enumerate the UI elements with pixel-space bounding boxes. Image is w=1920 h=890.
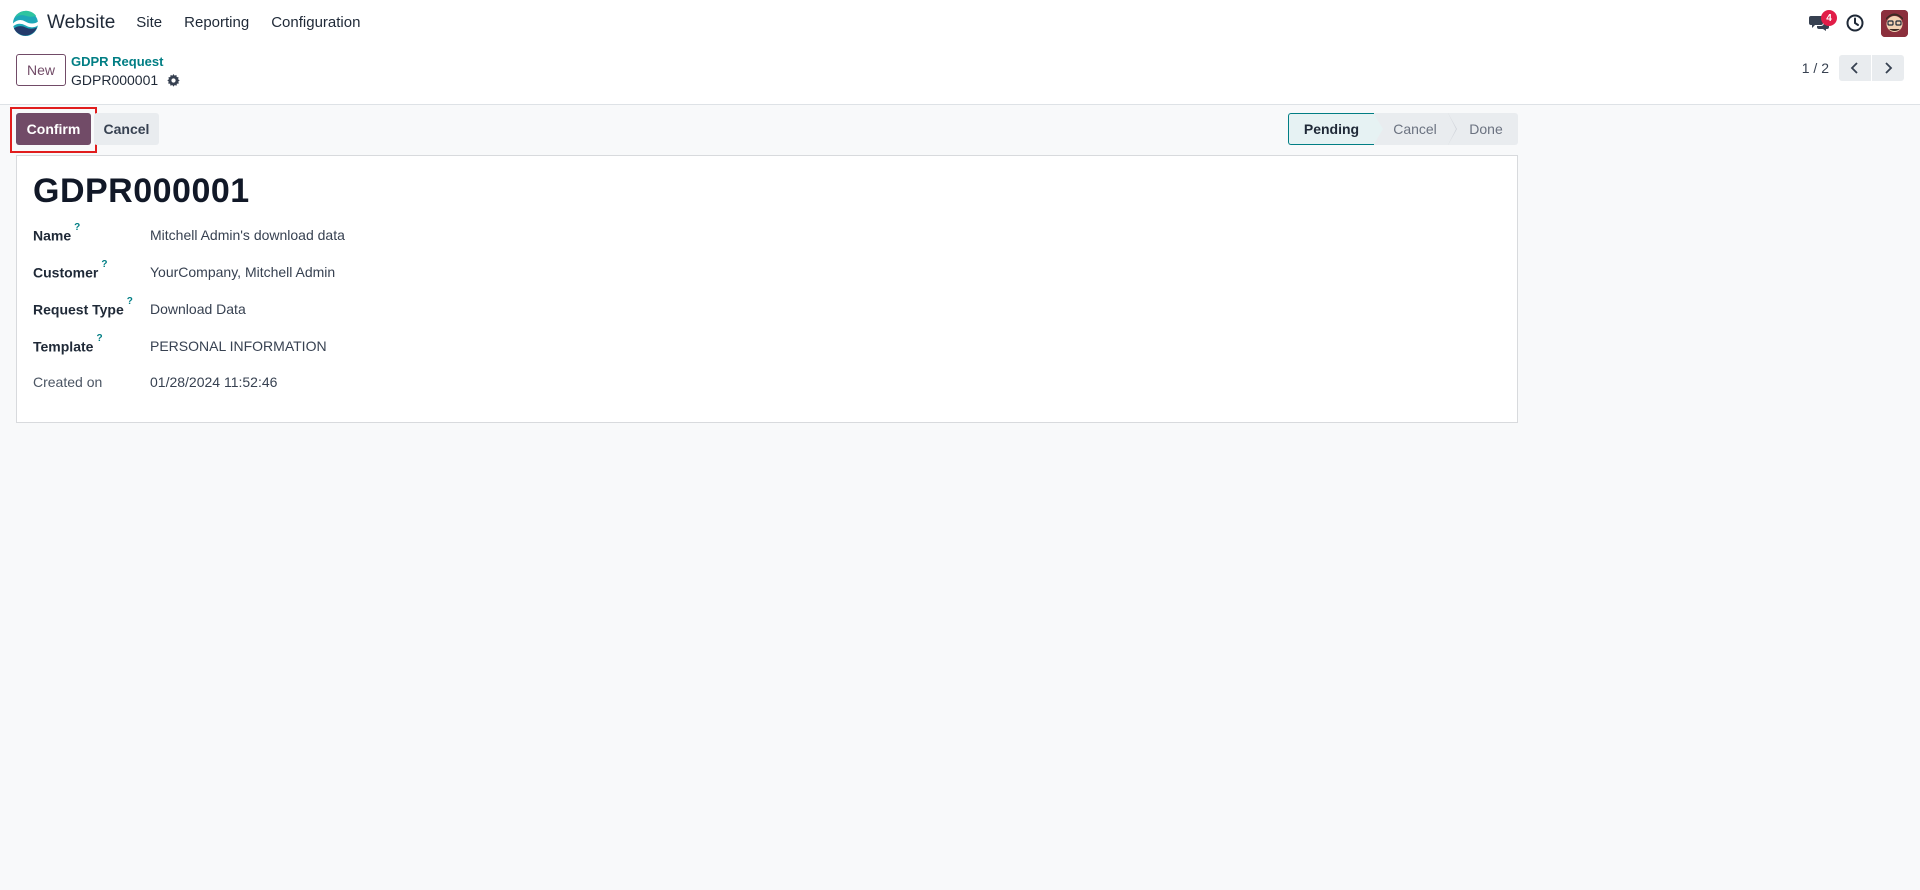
breadcrumb-current-label: GDPR000001 xyxy=(71,72,159,88)
help-tooltip-icon[interactable]: ? xyxy=(96,333,102,344)
systray: 4 xyxy=(1801,0,1908,46)
field-name: Name? Mitchell Admin's download data xyxy=(33,221,345,246)
stage-pipeline: Pending Cancel Done xyxy=(1288,113,1518,145)
menu-item-configuration[interactable]: Configuration xyxy=(260,0,371,46)
gear-icon[interactable] xyxy=(166,73,180,87)
chevron-right-icon xyxy=(1885,62,1893,74)
help-tooltip-icon[interactable]: ? xyxy=(74,222,80,233)
stage-cancel[interactable]: Cancel xyxy=(1374,113,1457,145)
field-created-on: Created on 01/28/2024 11:52:46 xyxy=(33,371,277,393)
app-name: Website xyxy=(47,12,116,33)
form-statusbar: Confirm Cancel Pending Cancel Done xyxy=(10,107,1518,153)
user-avatar[interactable] xyxy=(1881,9,1908,37)
field-value-template[interactable]: PERSONAL INFORMATION xyxy=(150,338,327,354)
field-label-customer: Customer? xyxy=(33,258,108,281)
activities-button[interactable] xyxy=(1837,0,1873,46)
breadcrumb-current: GDPR000001 xyxy=(71,71,180,89)
field-value-customer[interactable]: YourCompany, Mitchell Admin xyxy=(150,264,335,280)
record-title: GDPR000001 xyxy=(33,172,250,210)
field-value-created-on: 01/28/2024 11:52:46 xyxy=(150,374,278,390)
app-brand[interactable]: Website xyxy=(12,10,115,37)
field-label-created-on: Created on xyxy=(33,374,103,390)
control-panel: New GDPR Request GDPR000001 1 / 2 xyxy=(0,46,1920,105)
breadcrumb-parent-link[interactable]: GDPR Request xyxy=(71,54,180,70)
cancel-button[interactable]: Cancel xyxy=(94,113,159,145)
pager: 1 / 2 xyxy=(1802,55,1904,81)
menu-item-site[interactable]: Site xyxy=(125,0,173,46)
clock-icon xyxy=(1846,14,1864,32)
field-value-name[interactable]: Mitchell Admin's download data xyxy=(150,227,345,243)
pager-previous-button[interactable] xyxy=(1839,55,1871,81)
form-sheet: GDPR000001 Name? Mitchell Admin's downlo… xyxy=(16,155,1518,423)
top-navbar: Website Site Reporting Configuration 4 xyxy=(0,0,1920,46)
field-value-request-type[interactable]: Download Data xyxy=(150,301,246,317)
pager-value[interactable]: 1 / 2 xyxy=(1802,60,1829,76)
field-label-template: Template? xyxy=(33,332,103,355)
breadcrumb: GDPR Request GDPR000001 xyxy=(71,54,180,89)
stage-done[interactable]: Done xyxy=(1448,113,1518,145)
field-customer: Customer? YourCompany, Mitchell Admin xyxy=(33,258,335,283)
field-request-type: Request Type? Download Data xyxy=(33,295,246,320)
menu-item-reporting[interactable]: Reporting xyxy=(173,0,260,46)
field-label-name: Name? xyxy=(33,221,81,244)
website-logo-icon xyxy=(12,10,39,36)
stage-pending[interactable]: Pending xyxy=(1288,113,1384,145)
new-button[interactable]: New xyxy=(16,54,67,86)
messages-badge: 4 xyxy=(1821,10,1837,26)
help-tooltip-icon[interactable]: ? xyxy=(101,259,107,270)
user-avatar-image xyxy=(1881,9,1908,37)
help-tooltip-icon[interactable]: ? xyxy=(127,296,133,307)
messages-button[interactable]: 4 xyxy=(1801,0,1837,46)
pager-next-button[interactable] xyxy=(1872,55,1904,81)
confirm-button[interactable]: Confirm xyxy=(16,113,91,145)
chevron-left-icon xyxy=(1850,62,1858,74)
main-menu: Site Reporting Configuration xyxy=(125,0,371,46)
field-template: Template? PERSONAL INFORMATION xyxy=(33,332,327,357)
field-label-request-type: Request Type? xyxy=(33,295,133,318)
